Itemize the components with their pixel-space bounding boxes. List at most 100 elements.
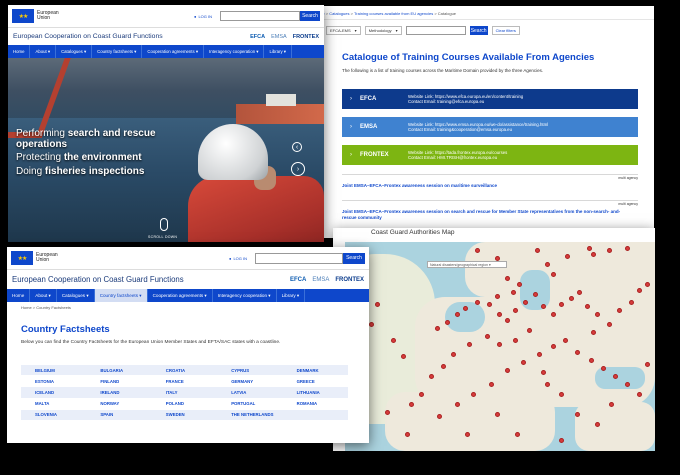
- map-pin-icon[interactable]: [455, 402, 460, 407]
- map-pin-icon[interactable]: [637, 288, 642, 293]
- country-link[interactable]: ICELAND: [21, 387, 87, 399]
- map-pin-icon[interactable]: [551, 312, 556, 317]
- map-pin-icon[interactable]: [613, 374, 618, 379]
- map-pin-icon[interactable]: [451, 352, 456, 357]
- map-pin-icon[interactable]: [527, 328, 532, 333]
- map-pin-icon[interactable]: [515, 432, 520, 437]
- map-pin-icon[interactable]: [551, 344, 556, 349]
- search-input[interactable]: [220, 11, 300, 21]
- search-input[interactable]: [255, 252, 343, 264]
- map-pin-icon[interactable]: [535, 248, 540, 253]
- map-pin-icon[interactable]: [607, 248, 612, 253]
- map-pin-icon[interactable]: [475, 248, 480, 253]
- country-link[interactable]: FRANCE: [151, 376, 218, 388]
- country-link[interactable]: ROMANIA: [282, 398, 348, 410]
- country-link[interactable]: THE NETHERLANDS: [217, 409, 283, 421]
- map-pin-icon[interactable]: [505, 276, 510, 281]
- country-link[interactable]: GREECE: [282, 376, 348, 388]
- nav-about[interactable]: About ▾: [30, 45, 57, 58]
- map-pin-icon[interactable]: [523, 300, 528, 305]
- map-pin-icon[interactable]: [463, 306, 468, 311]
- nav-country-factsheets[interactable]: Country factsheets ▾: [94, 289, 148, 302]
- map-pin-icon[interactable]: [437, 414, 442, 419]
- map-pin-icon[interactable]: [455, 312, 460, 317]
- site-title[interactable]: European Cooperation on Coast Guard Func…: [12, 275, 184, 284]
- coast-guard-map[interactable]: Natural disasters/geographical region ▾: [345, 242, 655, 451]
- map-pin-icon[interactable]: [485, 334, 490, 339]
- country-link[interactable]: LATVIA: [217, 387, 283, 399]
- country-link[interactable]: POLAND: [151, 398, 218, 410]
- map-pin-icon[interactable]: [575, 350, 580, 355]
- country-link[interactable]: SPAIN: [86, 409, 152, 421]
- country-link[interactable]: PORTUGAL: [217, 398, 283, 410]
- map-pin-icon[interactable]: [595, 312, 600, 317]
- map-pin-icon[interactable]: [405, 432, 410, 437]
- map-pin-icon[interactable]: [645, 362, 650, 367]
- map-pin-icon[interactable]: [369, 322, 374, 327]
- login-link[interactable]: ● LOG IN: [229, 256, 247, 261]
- map-pin-icon[interactable]: [629, 300, 634, 305]
- agency-row-emsa[interactable]: › EMSA Website Link: https://www.emsa.eu…: [342, 117, 638, 137]
- map-pin-icon[interactable]: [607, 322, 612, 327]
- map-pin-icon[interactable]: [625, 246, 630, 251]
- map-pin-icon[interactable]: [489, 382, 494, 387]
- catalogue-search-input[interactable]: [405, 26, 466, 35]
- nav-country-factsheets[interactable]: Country factsheets ▾: [92, 45, 143, 58]
- map-pin-icon[interactable]: [375, 302, 380, 307]
- nav-catalogues[interactable]: Catalogues ▾: [56, 45, 93, 58]
- nav-interagency-cooperation[interactable]: Interagency cooperation ▾: [204, 45, 265, 58]
- methodology-filter[interactable]: Methodology ▾: [364, 26, 402, 35]
- map-pin-icon[interactable]: [533, 292, 538, 297]
- nav-library[interactable]: Library ▾: [264, 45, 292, 58]
- site-title[interactable]: European Cooperation on Coast Guard Func…: [13, 33, 163, 40]
- breadcrumb[interactable]: Home > Country Factsheets: [21, 305, 71, 310]
- country-link[interactable]: ITALY: [151, 387, 218, 399]
- map-pin-icon[interactable]: [625, 382, 630, 387]
- nav-about[interactable]: About ▾: [30, 289, 57, 302]
- map-pin-icon[interactable]: [495, 294, 500, 299]
- agency-row-efca[interactable]: › EFCA Website Link: https://www.efca.eu…: [342, 89, 638, 109]
- map-pin-icon[interactable]: [497, 342, 502, 347]
- agency-email[interactable]: Contact Email: training&cooperation@emsa…: [408, 127, 548, 133]
- map-pin-icon[interactable]: [521, 360, 526, 365]
- agency-row-frontex[interactable]: › FRONTEX Website Link: https://tada.fro…: [342, 145, 638, 165]
- map-pin-icon[interactable]: [475, 300, 480, 305]
- map-pin-icon[interactable]: [645, 282, 650, 287]
- nav-library[interactable]: Library ▾: [277, 289, 306, 302]
- map-pin-icon[interactable]: [445, 320, 450, 325]
- map-pin-icon[interactable]: [409, 402, 414, 407]
- crumb-training[interactable]: Training courses available from EU agenc…: [354, 11, 433, 16]
- country-link[interactable]: DENMARK: [282, 365, 348, 377]
- map-pin-icon[interactable]: [513, 308, 518, 313]
- country-link[interactable]: ESTONIA: [21, 376, 87, 388]
- map-pin-icon[interactable]: [495, 412, 500, 417]
- map-pin-icon[interactable]: [401, 354, 406, 359]
- map-pin-icon[interactable]: [511, 290, 516, 295]
- country-link[interactable]: GERMANY: [217, 376, 283, 388]
- login-link[interactable]: ● LOG IN: [194, 14, 212, 19]
- map-pin-icon[interactable]: [587, 246, 592, 251]
- map-pin-icon[interactable]: [465, 432, 470, 437]
- scroll-down-label[interactable]: SCROLL DOWN: [148, 235, 177, 239]
- map-pin-icon[interactable]: [591, 252, 596, 257]
- country-link[interactable]: NORWAY: [86, 398, 152, 410]
- country-link[interactable]: BULGARIA: [86, 365, 152, 377]
- map-pin-icon[interactable]: [537, 352, 542, 357]
- carousel-next-button[interactable]: ›: [291, 162, 305, 176]
- frontex-logo[interactable]: FRONTEX: [293, 34, 319, 40]
- map-pin-icon[interactable]: [589, 358, 594, 363]
- map-pin-icon[interactable]: [577, 290, 582, 295]
- map-pin-icon[interactable]: [435, 326, 440, 331]
- map-pin-icon[interactable]: [429, 374, 434, 379]
- nav-catalogues[interactable]: Catalogues ▾: [57, 289, 95, 302]
- agency-email[interactable]: Contact Email: training@efca.europa.eu: [408, 99, 523, 105]
- map-pin-icon[interactable]: [495, 256, 500, 261]
- map-pin-icon[interactable]: [545, 382, 550, 387]
- country-link[interactable]: CYPRUS: [217, 365, 283, 377]
- course-link[interactable]: Joint EMSA–EFCA–Frontex awareness sessio…: [342, 183, 632, 189]
- mouse-icon[interactable]: [160, 218, 168, 231]
- frontex-logo[interactable]: FRONTEX: [335, 277, 364, 283]
- map-pin-icon[interactable]: [391, 338, 396, 343]
- map-pin-icon[interactable]: [467, 342, 472, 347]
- country-link[interactable]: SLOVENIA: [21, 409, 87, 421]
